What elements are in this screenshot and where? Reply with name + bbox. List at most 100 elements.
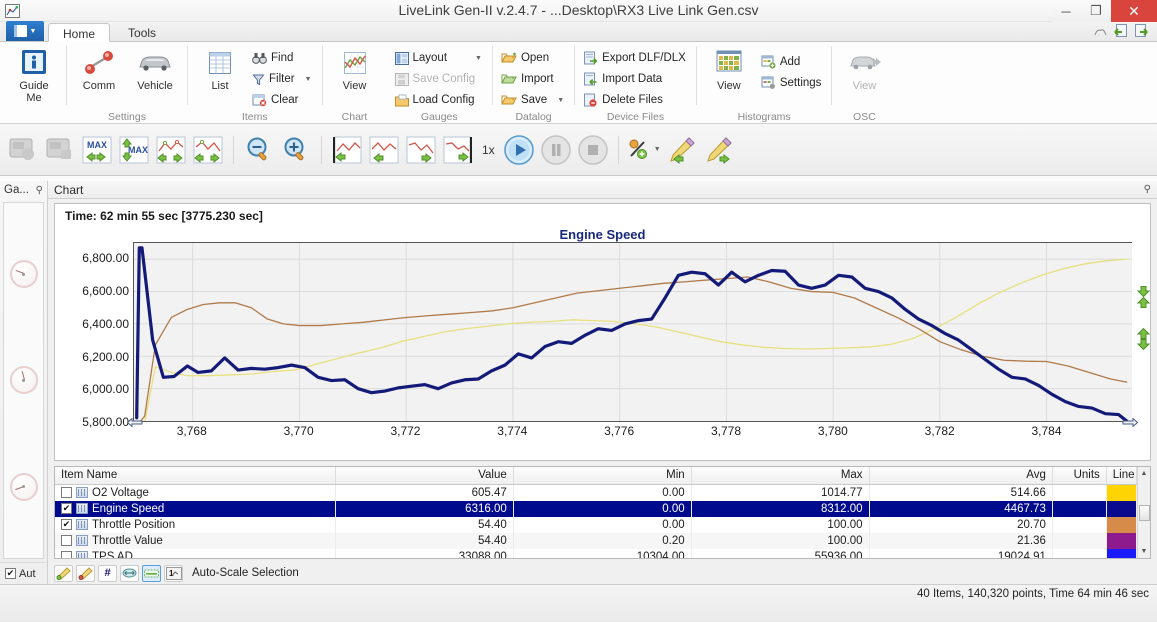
table-header-cell[interactable]: Max bbox=[691, 467, 870, 485]
table-scrollbar[interactable]: ▲ ▼ bbox=[1137, 467, 1150, 558]
fit-width-tool[interactable] bbox=[120, 564, 139, 582]
line-color-swatch[interactable] bbox=[1106, 516, 1136, 533]
scale-down-arrow-icon[interactable] bbox=[1136, 286, 1150, 298]
save-config-button[interactable]: Save Config bbox=[393, 69, 486, 89]
item-name-cell[interactable]: ✔ Engine Speed bbox=[55, 500, 336, 517]
marker-right-button[interactable] bbox=[404, 133, 438, 167]
scale-up-tool[interactable] bbox=[54, 564, 73, 582]
autoscale-tool[interactable] bbox=[142, 564, 161, 582]
plot-area[interactable] bbox=[133, 242, 1132, 422]
hash-tool[interactable]: # bbox=[98, 564, 117, 582]
osc-view-button[interactable]: View bbox=[838, 46, 890, 92]
chart-container[interactable]: Time: 62 min 55 sec [3775.230 sec] Engin… bbox=[54, 203, 1151, 461]
pin-icon[interactable]: ⚲ bbox=[1144, 184, 1151, 195]
stop-record-button[interactable] bbox=[43, 133, 77, 167]
table-row[interactable]: TPS AD 33088.00 10304.00 55936.00 19024.91 bbox=[55, 548, 1137, 558]
table-header-cell[interactable]: Line bbox=[1106, 467, 1137, 485]
line-color-swatch[interactable] bbox=[1106, 484, 1136, 501]
table-row[interactable]: Throttle Value 54.40 0.20 100.00 21.36 bbox=[55, 532, 1137, 549]
line-color-swatch[interactable] bbox=[1106, 500, 1136, 517]
app-menu-button[interactable]: ▼ bbox=[6, 21, 44, 41]
import-data-button[interactable]: Import Data bbox=[581, 69, 690, 89]
table-header-cell[interactable]: Value bbox=[335, 467, 514, 485]
open-button[interactable]: Open bbox=[499, 48, 568, 68]
record-button[interactable] bbox=[6, 133, 40, 167]
load-config-button[interactable]: Load Config bbox=[393, 90, 486, 110]
item-name-cell[interactable]: ✔ Throttle Position bbox=[55, 516, 336, 533]
play-button[interactable] bbox=[502, 133, 536, 167]
histogram-settings-button[interactable]: Settings bbox=[759, 73, 826, 93]
table-row[interactable]: ✔ Engine Speed 6316.00 0.00 8312.00 4467.73 bbox=[55, 500, 1137, 517]
gauge-3[interactable] bbox=[9, 472, 38, 501]
list-button[interactable]: List bbox=[194, 46, 246, 92]
chart-view-button[interactable]: View bbox=[329, 46, 381, 92]
table-row[interactable]: O2 Voltage 605.47 0.00 1014.77 514.66 bbox=[55, 484, 1137, 501]
line-color-swatch[interactable] bbox=[1106, 548, 1136, 558]
max-updown-button[interactable]: MAX bbox=[117, 133, 151, 167]
import-page-icon[interactable] bbox=[1113, 23, 1128, 41]
tab-home[interactable]: Home bbox=[48, 23, 111, 42]
row-checkbox[interactable] bbox=[61, 487, 72, 498]
save-button[interactable]: Save ▼ bbox=[499, 90, 568, 110]
help-cloud-icon[interactable] bbox=[1094, 25, 1107, 39]
trace-next-button[interactable] bbox=[191, 133, 225, 167]
filter-button[interactable]: Filter ▼ bbox=[250, 69, 316, 89]
import-button[interactable]: Import bbox=[499, 69, 568, 89]
item-line-color-cell[interactable] bbox=[1106, 484, 1137, 501]
table-row[interactable]: ✔ Throttle Position 54.40 0.00 100.00 20.70 bbox=[55, 516, 1137, 533]
clear-button[interactable]: Clear bbox=[250, 90, 316, 110]
marker-start-button[interactable] bbox=[330, 133, 364, 167]
playback-speed-label[interactable]: 1x bbox=[478, 143, 499, 157]
export-dlf-button[interactable]: Export DLF/DLX bbox=[581, 48, 690, 68]
marker-left-button[interactable] bbox=[367, 133, 401, 167]
delete-files-button[interactable]: Delete Files bbox=[581, 90, 690, 110]
pencil-left-button[interactable] bbox=[664, 133, 698, 167]
pause-button[interactable] bbox=[539, 133, 573, 167]
scale-up-arrow-icon[interactable] bbox=[1136, 296, 1150, 308]
item-line-color-cell[interactable] bbox=[1106, 548, 1137, 558]
scroll-down-arrow-icon[interactable]: ▼ bbox=[1138, 545, 1151, 558]
gauge-1[interactable] bbox=[9, 260, 38, 289]
add-histogram-button[interactable]: Add bbox=[759, 52, 826, 72]
histogram-view-button[interactable]: View bbox=[703, 46, 755, 92]
maximize-button[interactable]: ❐ bbox=[1081, 0, 1111, 22]
pin-icon[interactable]: ⚲ bbox=[36, 185, 43, 196]
item-line-color-cell[interactable] bbox=[1106, 500, 1137, 517]
row-checkbox[interactable]: ✔ bbox=[61, 503, 72, 514]
item-name-cell[interactable]: TPS AD bbox=[55, 548, 336, 558]
gauges-auto-checkbox[interactable]: ✔ bbox=[5, 568, 16, 579]
item-name-cell[interactable]: Throttle Value bbox=[55, 532, 336, 549]
percent-button[interactable] bbox=[627, 133, 653, 167]
tab-tools[interactable]: Tools bbox=[114, 22, 170, 41]
scale-down-arrow-icon[interactable] bbox=[1136, 339, 1150, 351]
gauge-2[interactable] bbox=[9, 366, 38, 395]
row-checkbox[interactable]: ✔ bbox=[61, 519, 72, 530]
scroll-left-handle[interactable] bbox=[126, 417, 143, 430]
row-checkbox[interactable] bbox=[61, 551, 72, 558]
stop-button[interactable] bbox=[576, 133, 610, 167]
max-prev-button[interactable]: MAX bbox=[80, 133, 114, 167]
minimize-button[interactable]: ─ bbox=[1051, 0, 1081, 22]
trace-prev-button[interactable] bbox=[154, 133, 188, 167]
item-line-color-cell[interactable] bbox=[1106, 516, 1137, 533]
table-header-cell[interactable]: Item Name bbox=[55, 467, 336, 485]
export-page-icon[interactable] bbox=[1134, 23, 1149, 41]
comm-button[interactable]: Comm bbox=[73, 46, 125, 92]
item-name-cell[interactable]: O2 Voltage bbox=[55, 484, 336, 501]
scale-down-tool[interactable] bbox=[76, 564, 95, 582]
selection-tool[interactable]: 1 bbox=[164, 564, 183, 582]
zoom-in-button[interactable] bbox=[279, 133, 313, 167]
guide-me-button[interactable]: Guide Me bbox=[8, 46, 60, 104]
item-line-color-cell[interactable] bbox=[1106, 532, 1137, 549]
layout-button[interactable]: Layout ▼ bbox=[393, 48, 486, 68]
marker-end-button[interactable] bbox=[441, 133, 475, 167]
table-header-cell[interactable]: Min bbox=[513, 467, 692, 485]
scrollbar-thumb[interactable] bbox=[1138, 504, 1150, 521]
scroll-right-handle[interactable] bbox=[1122, 417, 1139, 430]
line-color-swatch[interactable] bbox=[1106, 532, 1136, 549]
scale-up-arrow-icon[interactable] bbox=[1136, 327, 1150, 339]
pencil-right-button[interactable] bbox=[701, 133, 735, 167]
table-header-cell[interactable]: Avg bbox=[869, 467, 1053, 485]
zoom-out-button[interactable] bbox=[242, 133, 276, 167]
row-checkbox[interactable] bbox=[61, 535, 72, 546]
